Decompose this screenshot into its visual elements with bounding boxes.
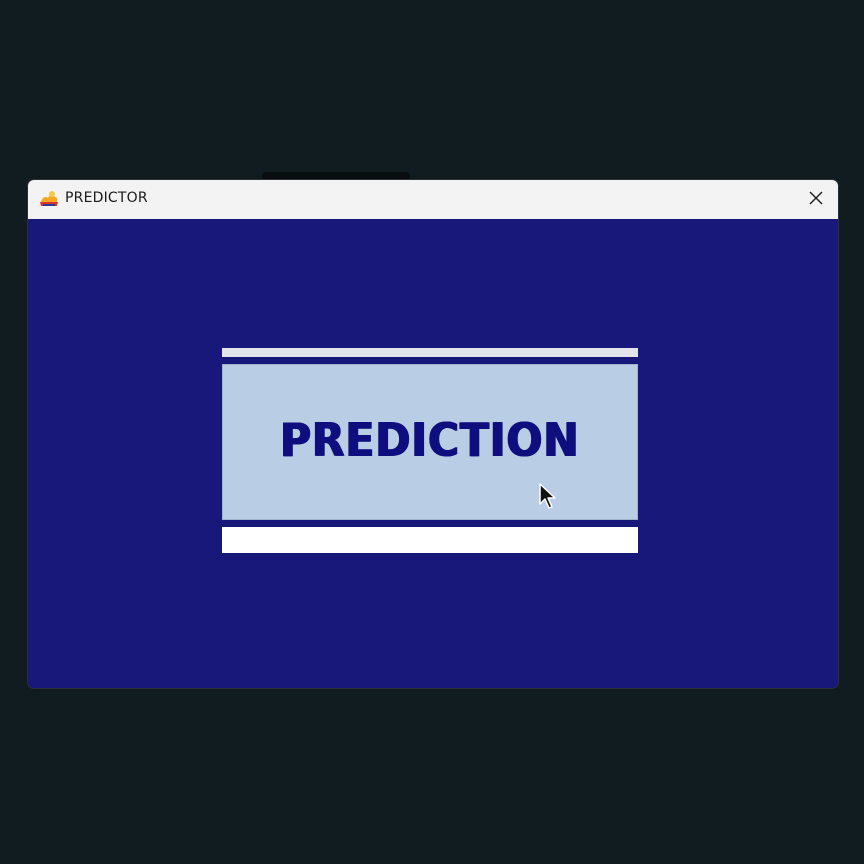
window-title: PREDICTOR <box>65 190 148 206</box>
predictor-app-icon <box>38 189 60 209</box>
close-icon <box>809 190 823 209</box>
top-divider-bar <box>222 348 638 357</box>
title-bar[interactable]: PREDICTOR <box>28 180 838 219</box>
prediction-result-field[interactable] <box>222 527 638 553</box>
desktop: PREDICTOR PREDICTION <box>0 0 864 864</box>
prediction-button-label: PREDICTION <box>280 413 580 467</box>
prediction-button[interactable]: PREDICTION <box>222 364 638 520</box>
close-button[interactable] <box>794 180 838 219</box>
client-area: PREDICTION <box>28 219 838 688</box>
predictor-window: PREDICTOR PREDICTION <box>27 179 839 689</box>
